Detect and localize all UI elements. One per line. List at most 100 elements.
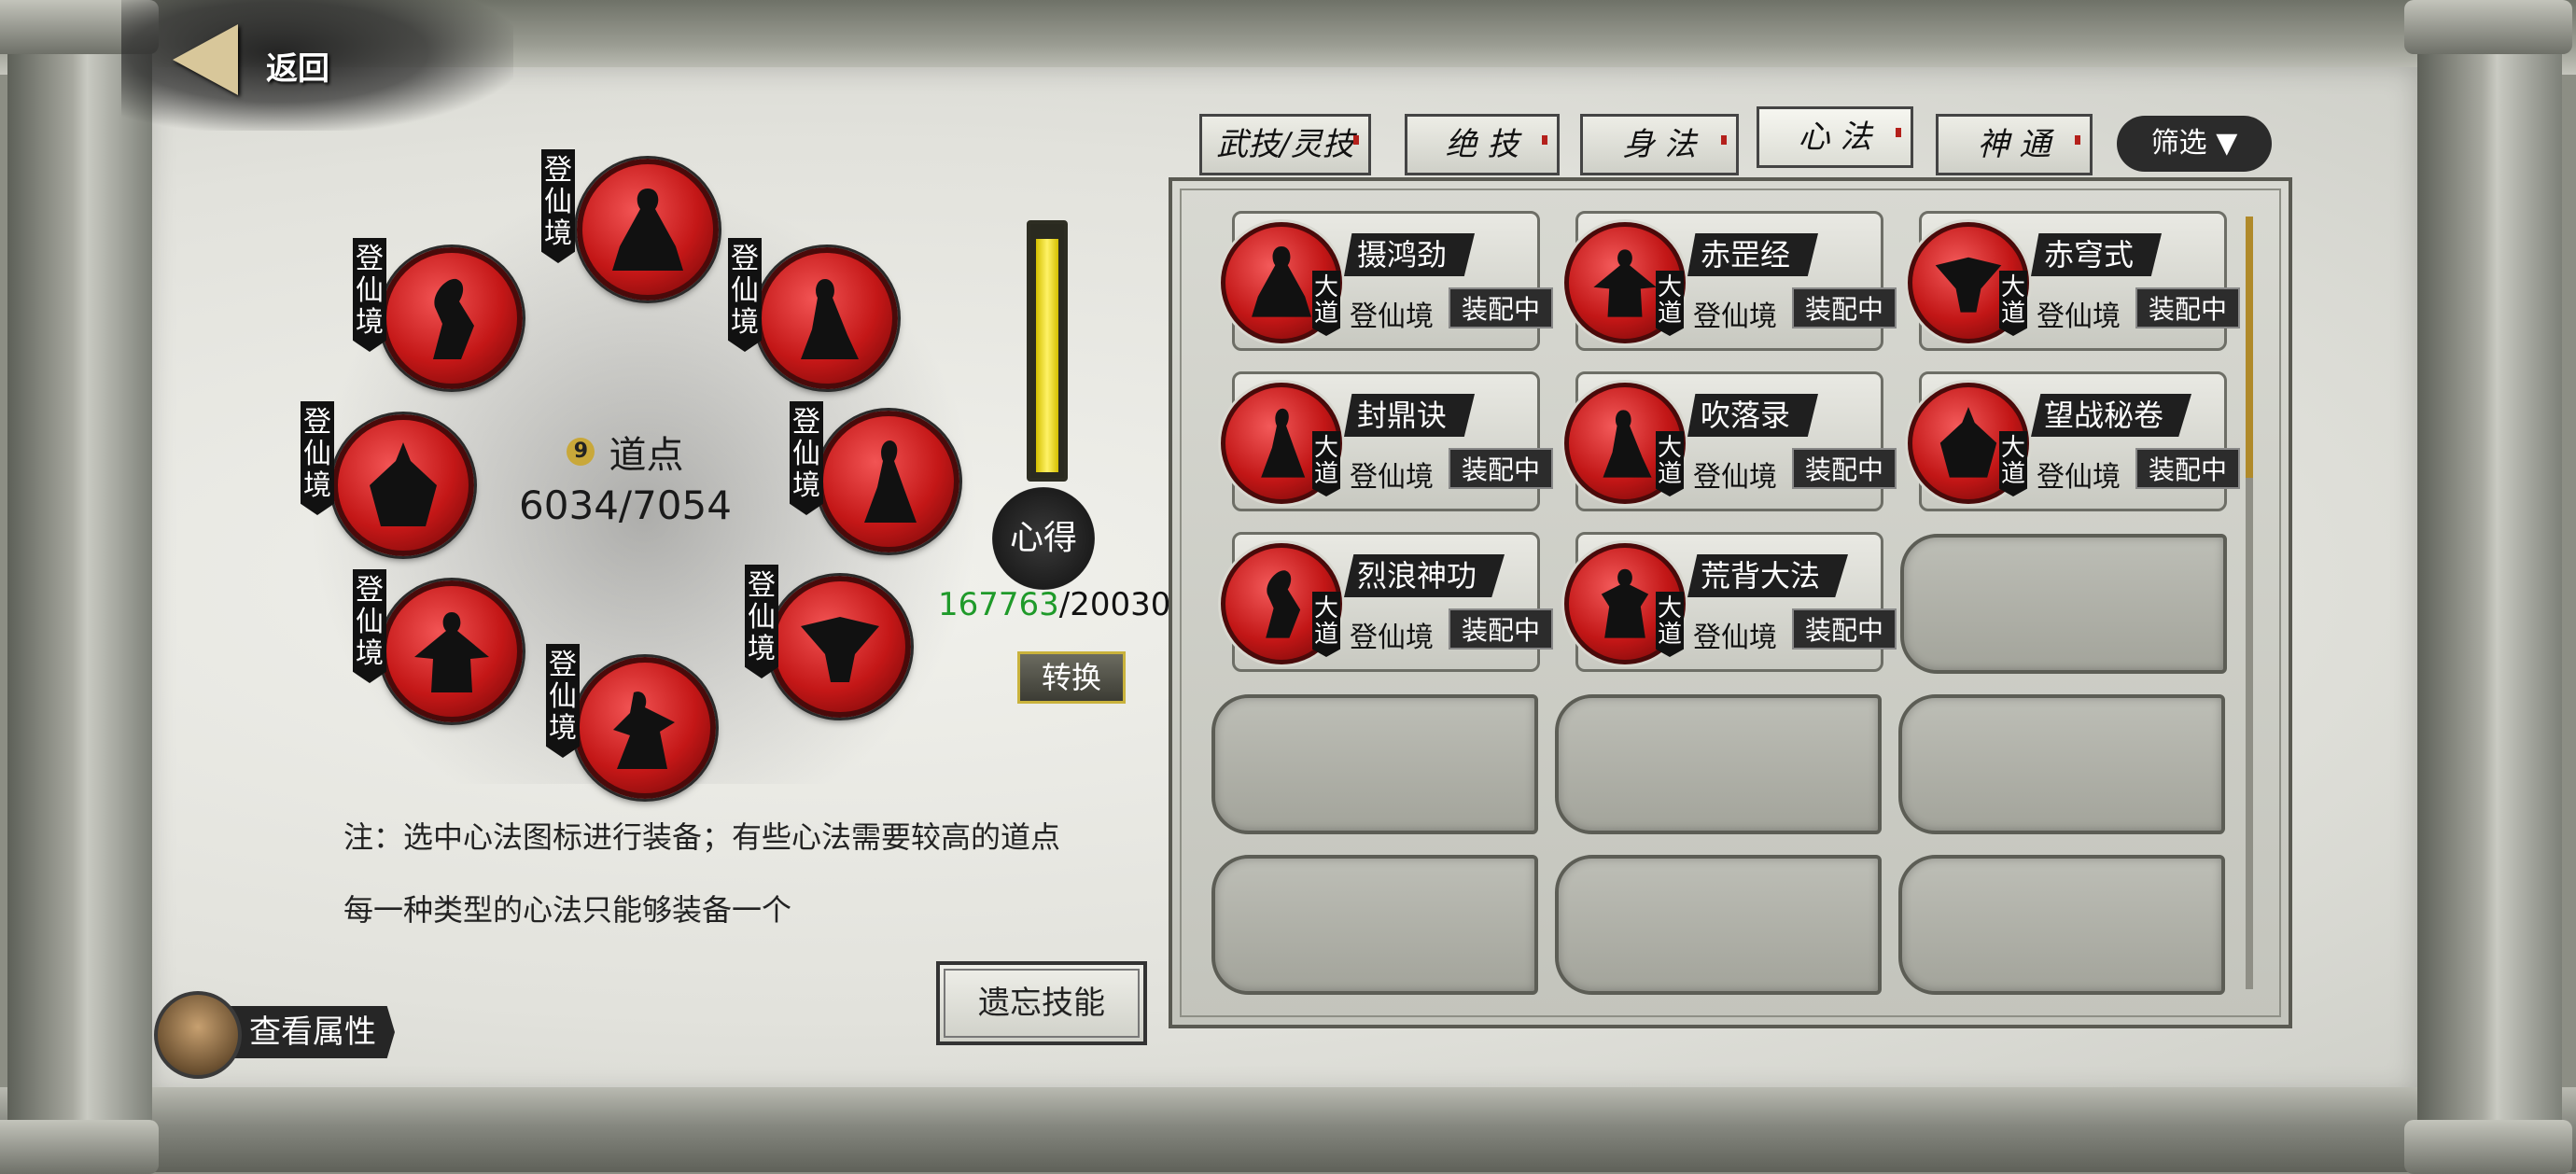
tab-ultimate[interactable]: 绝 技 <box>1405 114 1560 175</box>
equip-slot[interactable]: 登仙境 <box>745 565 922 718</box>
skill-icon <box>577 159 719 300</box>
filter-button[interactable]: 筛选 ▼ <box>2117 116 2272 172</box>
tab-label: 武技/灵技 <box>1216 126 1354 163</box>
back-arrow-icon <box>173 24 238 95</box>
scroll-bottom-frame <box>0 1087 2576 1172</box>
xinde-values: 167763/20030 <box>938 586 1170 623</box>
empty-skill-slot <box>1898 855 2225 995</box>
empty-skill-slot <box>1555 855 1882 995</box>
equip-slot[interactable]: 登仙境 <box>728 238 905 389</box>
equip-slot[interactable]: 登仙境 <box>546 644 723 799</box>
skill-icon <box>769 576 911 718</box>
skill-card[interactable]: 大道 封鼎诀 登仙境 装配中 <box>1213 371 1553 511</box>
tab-label: 绝 技 <box>1445 126 1519 163</box>
equip-slot[interactable]: 登仙境 <box>541 149 719 300</box>
skill-realm: 登仙境 <box>1693 622 1777 654</box>
skill-name: 封鼎诀 <box>1344 394 1476 437</box>
dao-label: 道点 <box>609 434 684 477</box>
scrollbar-thumb[interactable] <box>2246 217 2253 478</box>
skill-name: 荒背大法 <box>1687 554 1849 597</box>
skill-card[interactable]: 大道 荒背大法 登仙境 装配中 <box>1557 532 1897 672</box>
equipped-button[interactable]: 装配中 <box>1449 287 1553 328</box>
dao-coin-icon: 9 <box>567 438 595 466</box>
right-pillar <box>2417 0 2562 1172</box>
realm-tag: 登仙境 <box>546 644 580 758</box>
equipped-button[interactable]: 装配中 <box>1792 448 1897 489</box>
equipped-button[interactable]: 装配中 <box>1792 287 1897 328</box>
empty-skill-slot <box>1211 694 1538 834</box>
left-pillar <box>7 0 152 1172</box>
skill-name: 赤穹式 <box>2031 233 2163 276</box>
pillar-cap <box>2404 0 2572 54</box>
tab-label: 神 通 <box>1977 126 2051 163</box>
skill-realm: 登仙境 <box>2037 461 2121 494</box>
convert-button[interactable]: 转换 <box>1017 651 1126 704</box>
empty-skill-slot <box>1900 534 2227 674</box>
realm-tag: 登仙境 <box>301 401 334 515</box>
xinde-badge: 心得 <box>992 487 1095 590</box>
skill-card[interactable]: 大道 吹落录 登仙境 装配中 <box>1557 371 1897 511</box>
equipped-button[interactable]: 装配中 <box>1792 608 1897 650</box>
skill-realm: 登仙境 <box>2037 300 2121 333</box>
skill-card[interactable]: 大道 赤穹式 登仙境 装配中 <box>1900 211 2240 351</box>
equip-slot[interactable]: 登仙境 <box>301 401 478 556</box>
skill-realm: 登仙境 <box>1350 622 1434 654</box>
realm-tag: 登仙境 <box>745 565 778 678</box>
back-label: 返回 <box>266 50 329 88</box>
skill-icon <box>756 247 898 389</box>
equip-slot[interactable]: 登仙境 <box>353 238 530 389</box>
pillar-cap <box>2404 1120 2572 1174</box>
skill-icon <box>381 247 523 389</box>
character-avatar-icon <box>154 991 242 1079</box>
realm-tag: 登仙境 <box>728 238 762 352</box>
tab-martial-spirit[interactable]: 武技/灵技 <box>1199 114 1371 175</box>
forget-skill-button[interactable]: 遗忘技能 <box>936 961 1147 1045</box>
dadao-tag: 大道 <box>1999 431 2027 496</box>
skill-card[interactable]: 大道 摄鸿劲 登仙境 装配中 <box>1213 211 1553 351</box>
skill-realm: 登仙境 <box>1693 461 1777 494</box>
dadao-tag: 大道 <box>1656 431 1684 496</box>
tab-mind-method[interactable]: 心 法 <box>1757 106 1913 168</box>
view-attributes-button[interactable]: 查看属性 <box>154 991 395 1079</box>
note-line-1: 注：选中心法图标进行装备；有些心法需要较高的道点 <box>343 819 1061 855</box>
xinde-gauge-fill <box>1036 239 1058 472</box>
skill-name: 吹落录 <box>1687 394 1819 437</box>
equipped-button[interactable]: 装配中 <box>2135 448 2240 489</box>
skill-icon <box>818 411 959 552</box>
dadao-tag: 大道 <box>1312 431 1340 496</box>
dadao-tag: 大道 <box>1656 592 1684 657</box>
note-line-2: 每一种类型的心法只能够装备一个 <box>343 892 792 928</box>
skill-name: 赤罡经 <box>1687 233 1819 276</box>
xinde-gauge <box>1027 220 1068 482</box>
empty-skill-slot <box>1555 694 1882 834</box>
dadao-tag: 大道 <box>1312 592 1340 657</box>
dao-value: 6034/7054 <box>519 482 732 528</box>
realm-tag: 登仙境 <box>353 569 386 683</box>
skill-realm: 登仙境 <box>1350 461 1434 494</box>
tab-label: 身 法 <box>1622 126 1697 163</box>
tab-divine-power[interactable]: 神 通 <box>1936 114 2093 175</box>
skill-card[interactable]: 大道 赤罡经 登仙境 装配中 <box>1557 211 1897 351</box>
tab-movement[interactable]: 身 法 <box>1580 114 1739 175</box>
xinde-current: 167763 <box>938 586 1059 623</box>
equipped-button[interactable]: 装配中 <box>2135 287 2240 328</box>
xinde-total: /20030 <box>1058 586 1171 623</box>
pillar-cap <box>0 1120 159 1174</box>
skill-icon <box>574 657 716 799</box>
equip-slot[interactable]: 登仙境 <box>790 401 967 552</box>
empty-skill-slot <box>1898 694 2225 834</box>
skill-icon <box>381 580 523 722</box>
dadao-tag: 大道 <box>1312 271 1340 336</box>
dadao-tag: 大道 <box>1999 271 2027 336</box>
dadao-tag: 大道 <box>1656 271 1684 336</box>
equipped-button[interactable]: 装配中 <box>1449 608 1553 650</box>
realm-tag: 登仙境 <box>541 149 575 263</box>
skill-card[interactable]: 大道 烈浪神功 登仙境 装配中 <box>1213 532 1553 672</box>
skill-card[interactable]: 大道 望战秘卷 登仙境 装配中 <box>1900 371 2240 511</box>
back-button[interactable]: 返回 <box>173 17 387 101</box>
skill-name: 望战秘卷 <box>2031 394 2192 437</box>
realm-tag: 登仙境 <box>790 401 823 515</box>
equipped-button[interactable]: 装配中 <box>1449 448 1553 489</box>
tab-label: 心 法 <box>1798 119 1872 156</box>
equip-slot[interactable]: 登仙境 <box>353 569 530 722</box>
